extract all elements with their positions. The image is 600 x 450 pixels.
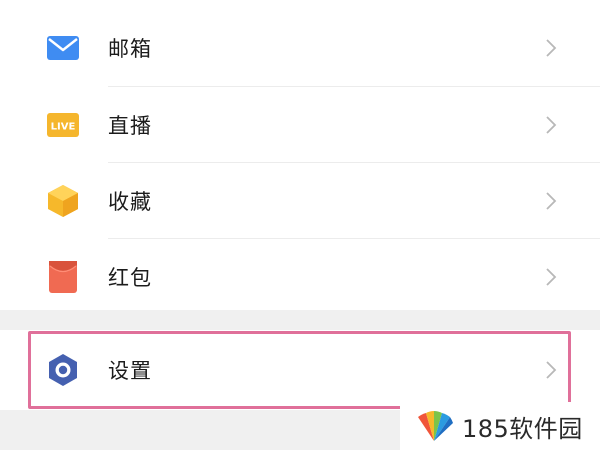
menu-item-label: 邮箱 bbox=[108, 36, 152, 61]
chevron-right-icon bbox=[544, 266, 558, 288]
live-badge-text: LIVE bbox=[51, 121, 76, 132]
menu-item-mail[interactable]: 邮箱 bbox=[0, 10, 600, 85]
chevron-right-icon bbox=[544, 190, 558, 212]
menu-screen: 邮箱 LIVE 直播 收藏 红包 设置 185软件园 bbox=[0, 0, 600, 450]
watermark-text: 185软件园 bbox=[462, 414, 583, 443]
menu-item-label: 收藏 bbox=[108, 189, 152, 214]
menu-group: 邮箱 LIVE 直播 收藏 红包 bbox=[0, 0, 600, 310]
live-icon: LIVE bbox=[46, 108, 80, 142]
chevron-right-icon bbox=[544, 37, 558, 59]
menu-item-favorites[interactable]: 收藏 bbox=[0, 163, 600, 238]
watermark: 185软件园 bbox=[400, 402, 600, 450]
fan-logo-icon bbox=[414, 409, 454, 443]
menu-item-label: 直播 bbox=[108, 113, 152, 138]
mail-icon bbox=[46, 31, 80, 65]
menu-item-live[interactable]: LIVE 直播 bbox=[0, 87, 600, 162]
menu-item-label: 红包 bbox=[108, 265, 152, 290]
chevron-right-icon bbox=[544, 114, 558, 136]
red-envelope-icon bbox=[46, 260, 80, 294]
cube-icon bbox=[46, 184, 80, 218]
menu-item-red-envelope[interactable]: 红包 bbox=[0, 239, 600, 314]
highlight-box bbox=[28, 331, 571, 409]
